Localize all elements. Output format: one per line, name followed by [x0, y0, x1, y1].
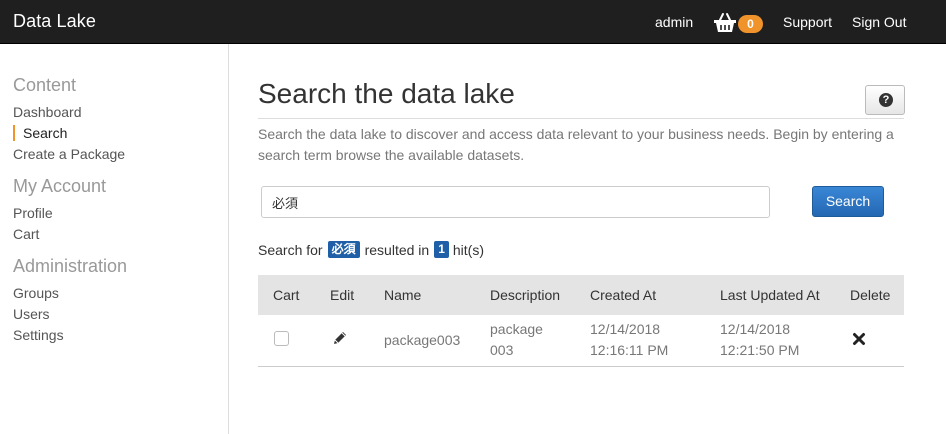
- app-brand[interactable]: Data Lake: [13, 11, 96, 32]
- package-name[interactable]: package003: [384, 330, 460, 351]
- cart-button[interactable]: 0: [713, 12, 765, 34]
- table-header: Cart Edit Name Description Created At La…: [258, 275, 904, 315]
- search-button[interactable]: Search: [812, 186, 884, 217]
- sidebar-item-settings[interactable]: Settings: [13, 327, 64, 343]
- updated-date: 12/14/2018: [720, 321, 791, 337]
- page-title: Search the data lake: [258, 78, 515, 109]
- column-header-description[interactable]: Description: [490, 287, 560, 303]
- result-suffix: hit(s): [452, 241, 485, 258]
- column-header-last-updated-at[interactable]: Last Updated At: [720, 287, 820, 303]
- basket-icon: [714, 13, 736, 32]
- description-line: 003: [490, 342, 514, 358]
- help-button[interactable]: ?: [865, 85, 905, 115]
- sidebar: Content Dashboard Search Create a Packag…: [0, 44, 229, 434]
- search-input[interactable]: [261, 186, 770, 218]
- column-header-delete: Delete: [850, 287, 891, 303]
- description-line: package: [490, 321, 543, 337]
- result-prefix: Search for: [258, 241, 323, 258]
- add-to-cart-checkbox[interactable]: [274, 331, 289, 346]
- sidebar-item-users[interactable]: Users: [13, 306, 50, 322]
- sign-out-link[interactable]: Sign Out: [852, 14, 906, 30]
- column-header-edit: Edit: [330, 287, 355, 303]
- sidebar-section-content: Content: [13, 75, 77, 95]
- pencil-icon[interactable]: [332, 330, 348, 346]
- package-description: package 003: [490, 319, 543, 361]
- sidebar-item-profile[interactable]: Profile: [13, 205, 53, 221]
- sidebar-item-cart[interactable]: Cart: [13, 226, 39, 242]
- hit-count-badge: 1: [434, 241, 449, 258]
- column-header-created-at[interactable]: Created At: [590, 287, 656, 303]
- result-middle: resulted in: [364, 241, 430, 258]
- created-at: 12/14/2018 12:16:11 PM: [590, 319, 668, 361]
- support-link[interactable]: Support: [783, 14, 832, 30]
- search-term-badge: 必須: [327, 241, 360, 258]
- user-menu[interactable]: admin: [655, 14, 693, 30]
- sidebar-item-create-package[interactable]: Create a Package: [13, 146, 125, 162]
- column-header-name[interactable]: Name: [384, 287, 421, 303]
- page-description: Search the data lake to discover and acc…: [258, 126, 894, 163]
- column-header-cart: Cart: [273, 287, 300, 303]
- sidebar-item-groups[interactable]: Groups: [13, 285, 59, 301]
- table-row: package003 package 003 12/14/2018 12:16:…: [258, 315, 904, 367]
- top-navbar: Data Lake admin 0 Support Sign Out: [0, 0, 946, 44]
- sidebar-section-administration: Administration: [13, 256, 128, 276]
- last-updated-at: 12/14/2018 12:21:50 PM: [720, 319, 799, 361]
- updated-time: 12:21:50 PM: [720, 342, 800, 358]
- question-circle-icon: ?: [879, 93, 893, 107]
- sidebar-section-my-account: My Account: [13, 176, 107, 196]
- sidebar-item-dashboard[interactable]: Dashboard: [13, 104, 82, 120]
- close-icon[interactable]: [852, 332, 866, 346]
- cart-count-badge: 0: [738, 15, 763, 33]
- title-divider: [258, 118, 904, 119]
- created-date: 12/14/2018: [590, 321, 661, 337]
- created-time: 12:16:11 PM: [590, 342, 669, 358]
- search-result-summary: Search for 必須 resulted in 1 hit(s): [258, 241, 484, 258]
- sidebar-item-search[interactable]: Search: [13, 125, 67, 141]
